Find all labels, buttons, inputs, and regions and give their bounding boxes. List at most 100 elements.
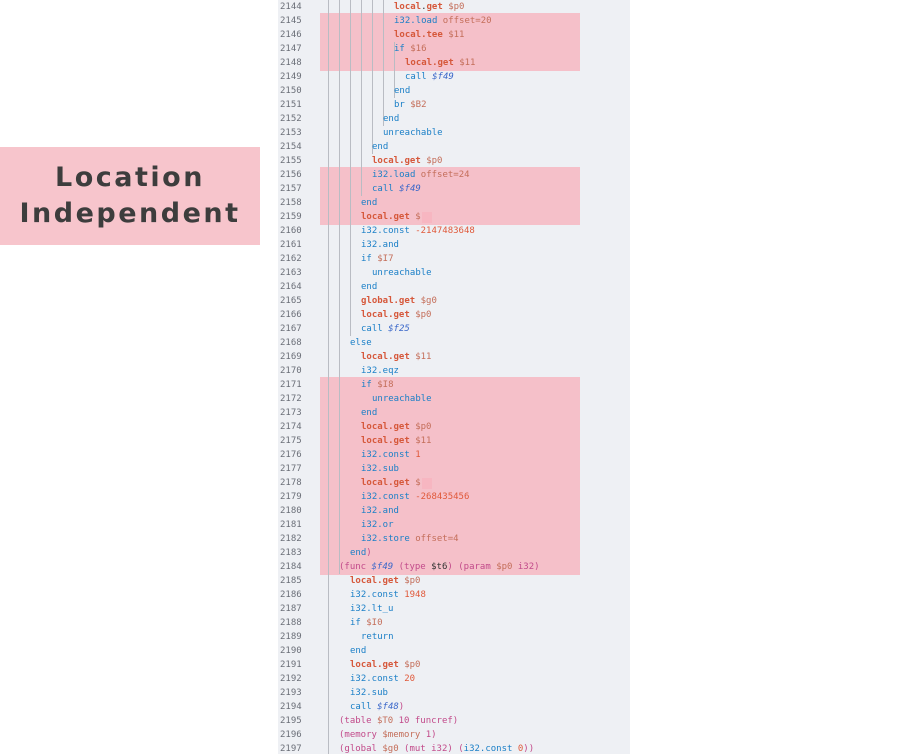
code-token: i32) xyxy=(512,562,540,572)
code-token: ) xyxy=(366,548,372,558)
code-token: 1) xyxy=(420,730,437,740)
code-token: .get xyxy=(432,58,454,68)
code-token: .get xyxy=(388,310,410,320)
code-text: local.tee $11 xyxy=(394,28,464,42)
code-token: -268435456 xyxy=(409,492,470,502)
code-token: .get xyxy=(388,212,410,222)
code-token: call xyxy=(350,702,372,712)
line-number: 2166 xyxy=(280,310,302,320)
code-text: i32.const 1948 xyxy=(350,588,426,602)
code-text: i32.and xyxy=(361,504,399,518)
code-token: local xyxy=(361,352,389,362)
code-text: local.get $p0 xyxy=(394,0,464,14)
code-token: (memory xyxy=(339,730,383,740)
line-number: 2151 xyxy=(280,100,302,110)
code-token: 1948 xyxy=(398,590,426,600)
code-token: $p0 xyxy=(496,562,513,572)
code-line: 2190 end xyxy=(278,644,630,658)
code-text: unreachable xyxy=(372,266,432,280)
line-number: 2189 xyxy=(280,632,302,642)
line-number: 2158 xyxy=(280,198,302,208)
code-line: 2162 if $I7 xyxy=(278,252,630,266)
code-text: end xyxy=(394,84,410,98)
code-token: local xyxy=(361,422,389,432)
code-line: 2194 call $f48) xyxy=(278,700,630,714)
code-token: i32 xyxy=(361,450,378,460)
code-token: unreachable xyxy=(383,128,443,138)
code-token: i32 xyxy=(361,492,378,502)
code-line: 2171 if $I8 xyxy=(278,378,630,392)
line-number: 2170 xyxy=(280,366,302,376)
code-token: $f48 xyxy=(371,702,399,712)
code-text: i32.const 1 xyxy=(361,448,421,462)
code-line: 2169 local.get $11 xyxy=(278,350,630,364)
code-token: .and xyxy=(377,240,399,250)
code-token: $11 xyxy=(409,352,432,362)
line-number: 2187 xyxy=(280,604,302,614)
code-text: call $f25 xyxy=(361,322,410,336)
line-number: 2161 xyxy=(280,240,302,250)
code-token: i32 xyxy=(361,366,378,376)
code-line: 2167 call $f25 xyxy=(278,322,630,336)
code-text: i32.load offset=24 xyxy=(372,168,470,182)
code-line: 2145 i32.load offset=20 xyxy=(278,14,630,28)
code-token: i32 xyxy=(350,604,367,614)
code-token: .load xyxy=(410,16,438,26)
line-number: 2156 xyxy=(280,170,302,180)
code-text: i32.lt_u xyxy=(350,602,393,616)
line-number: 2148 xyxy=(280,58,302,68)
code-line: 2146 local.tee $11 xyxy=(278,28,630,42)
code-line: 2192 i32.const 20 xyxy=(278,672,630,686)
label-line-2: Independent xyxy=(19,198,241,229)
code-line: 2163 unreachable xyxy=(278,266,630,280)
code-token: $16 xyxy=(404,44,427,54)
line-number: 2191 xyxy=(280,660,302,670)
code-text: if $I7 xyxy=(361,252,394,266)
code-text: end xyxy=(372,140,388,154)
code-text: else xyxy=(350,336,372,350)
code-line: 2152 end xyxy=(278,112,630,126)
line-number: 2144 xyxy=(280,2,302,12)
code-token: .sub xyxy=(366,688,388,698)
line-number: 2175 xyxy=(280,436,302,446)
code-token: end xyxy=(361,408,378,418)
code-line: 2161 i32.and xyxy=(278,238,630,252)
code-token: 10 funcref) xyxy=(393,716,459,726)
code-text: i32.const 20 xyxy=(350,672,415,686)
code-token: $T0 xyxy=(376,716,394,726)
line-number: 2180 xyxy=(280,506,302,516)
code-line: 2186 i32.const 1948 xyxy=(278,588,630,602)
code-token: offset=24 xyxy=(415,170,470,180)
code-token: call xyxy=(361,324,383,334)
line-number: 2178 xyxy=(280,478,302,488)
code-token: $p0 xyxy=(409,422,432,432)
line-number: 2195 xyxy=(280,716,302,726)
line-number: 2153 xyxy=(280,128,302,138)
code-token: unreachable xyxy=(372,394,432,404)
code-text: local.get $11 xyxy=(361,350,431,364)
code-token: local xyxy=(361,436,389,446)
code-token: .get xyxy=(388,436,410,446)
code-token: $f25 xyxy=(382,324,410,334)
code-text: local.get $p0 xyxy=(361,308,431,322)
code-token: (func xyxy=(339,562,372,572)
line-number: 2182 xyxy=(280,534,302,544)
code-line: 2154 end xyxy=(278,140,630,154)
line-number: 2154 xyxy=(280,142,302,152)
code-token: (global xyxy=(339,744,383,754)
line-number: 2169 xyxy=(280,352,302,362)
code-line: 2147 if $16 xyxy=(278,42,630,56)
code-line: 2185 local.get $p0 xyxy=(278,574,630,588)
code-token: end xyxy=(361,198,378,208)
line-number: 2183 xyxy=(280,548,302,558)
line-number: 2160 xyxy=(280,226,302,236)
code-token: .eqz xyxy=(377,366,399,376)
code-line: 2178 local.get $ xyxy=(278,476,630,490)
code-token: i32 xyxy=(361,534,378,544)
code-line: 2165 global.get $g0 xyxy=(278,294,630,308)
code-token: if xyxy=(361,254,372,264)
code-line: 2183 end) xyxy=(278,546,630,560)
code-token: $memory xyxy=(382,730,421,740)
code-line: 2191 local.get $p0 xyxy=(278,658,630,672)
code-token: .or xyxy=(377,520,394,530)
